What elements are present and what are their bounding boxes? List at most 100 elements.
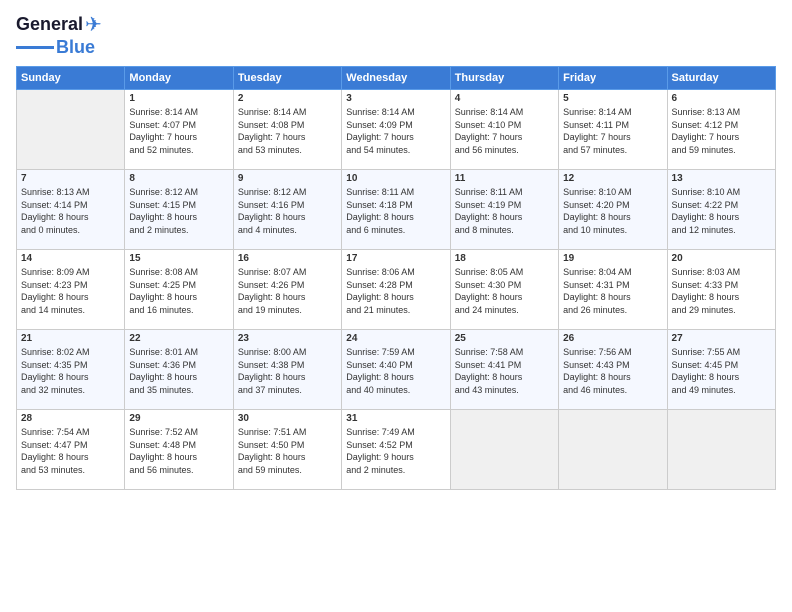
calendar-cell: 27 Sunrise: 7:55 AM Sunset: 4:45 PM Dayli…: [667, 330, 775, 410]
day-info: Sunrise: 8:02 AM Sunset: 4:35 PM Dayligh…: [21, 346, 120, 396]
day-number: 29: [129, 413, 228, 424]
day-header-wednesday: Wednesday: [342, 67, 450, 90]
calendar-cell: [559, 410, 667, 490]
day-number: 10: [346, 173, 445, 184]
day-info: Sunrise: 8:05 AM Sunset: 4:30 PM Dayligh…: [455, 266, 554, 316]
day-info: Sunrise: 8:14 AM Sunset: 4:11 PM Dayligh…: [563, 106, 662, 156]
calendar-cell: [17, 90, 125, 170]
day-number: 9: [238, 173, 337, 184]
calendar-cell: 4 Sunrise: 8:14 AM Sunset: 4:10 PM Daylig…: [450, 90, 558, 170]
day-info: Sunrise: 8:11 AM Sunset: 4:19 PM Dayligh…: [455, 186, 554, 236]
calendar-cell: 31 Sunrise: 7:49 AM Sunset: 4:52 PM Dayli…: [342, 410, 450, 490]
day-info: Sunrise: 7:56 AM Sunset: 4:43 PM Dayligh…: [563, 346, 662, 396]
day-info: Sunrise: 8:11 AM Sunset: 4:18 PM Dayligh…: [346, 186, 445, 236]
calendar-cell: 13 Sunrise: 8:10 AM Sunset: 4:22 PM Dayli…: [667, 170, 775, 250]
week-row-3: 14 Sunrise: 8:09 AM Sunset: 4:23 PM Dayli…: [17, 250, 776, 330]
week-row-1: 1 Sunrise: 8:14 AM Sunset: 4:07 PM Daylig…: [17, 90, 776, 170]
day-info: Sunrise: 8:04 AM Sunset: 4:31 PM Dayligh…: [563, 266, 662, 316]
day-number: 8: [129, 173, 228, 184]
logo-blue-bar: [16, 46, 54, 49]
day-number: 12: [563, 173, 662, 184]
calendar-cell: [450, 410, 558, 490]
calendar-cell: 21Sunrise: 8:02 AM Sunset: 4:35 PM Dayli…: [17, 330, 125, 410]
header: General ✈ Blue: [16, 12, 776, 58]
day-number: 14: [21, 253, 120, 264]
day-number: 22: [129, 333, 228, 344]
day-info: Sunrise: 8:01 AM Sunset: 4:36 PM Dayligh…: [129, 346, 228, 396]
logo: General ✈ Blue: [16, 12, 102, 58]
day-number: 2: [238, 93, 337, 104]
day-number: 24: [346, 333, 445, 344]
calendar-cell: 3 Sunrise: 8:14 AM Sunset: 4:09 PM Daylig…: [342, 90, 450, 170]
calendar-cell: 26 Sunrise: 7:56 AM Sunset: 4:43 PM Dayli…: [559, 330, 667, 410]
calendar-cell: 29 Sunrise: 7:52 AM Sunset: 4:48 PM Dayli…: [125, 410, 233, 490]
day-info: Sunrise: 7:49 AM Sunset: 4:52 PM Dayligh…: [346, 426, 445, 476]
day-number: 18: [455, 253, 554, 264]
day-info: Sunrise: 8:08 AM Sunset: 4:25 PM Dayligh…: [129, 266, 228, 316]
day-info: Sunrise: 8:13 AM Sunset: 4:14 PM Dayligh…: [21, 186, 120, 236]
day-number: 20: [672, 253, 771, 264]
day-header-thursday: Thursday: [450, 67, 558, 90]
header-row: SundayMondayTuesdayWednesdayThursdayFrid…: [17, 67, 776, 90]
calendar-cell: 18 Sunrise: 8:05 AM Sunset: 4:30 PM Dayli…: [450, 250, 558, 330]
day-number: 15: [129, 253, 228, 264]
calendar-cell: 23Sunrise: 8:00 AM Sunset: 4:38 PM Dayli…: [233, 330, 341, 410]
day-info: Sunrise: 8:14 AM Sunset: 4:08 PM Dayligh…: [238, 106, 337, 156]
calendar-cell: 12Sunrise: 8:10 AM Sunset: 4:20 PM Dayli…: [559, 170, 667, 250]
calendar-cell: 1 Sunrise: 8:14 AM Sunset: 4:07 PM Daylig…: [125, 90, 233, 170]
day-info: Sunrise: 8:14 AM Sunset: 4:09 PM Dayligh…: [346, 106, 445, 156]
week-row-4: 21Sunrise: 8:02 AM Sunset: 4:35 PM Dayli…: [17, 330, 776, 410]
calendar-cell: 16 Sunrise: 8:07 AM Sunset: 4:26 PM Dayli…: [233, 250, 341, 330]
calendar-table: SundayMondayTuesdayWednesdayThursdayFrid…: [16, 66, 776, 490]
calendar-cell: 7 Sunrise: 8:13 AM Sunset: 4:14 PM Daylig…: [17, 170, 125, 250]
week-row-2: 7 Sunrise: 8:13 AM Sunset: 4:14 PM Daylig…: [17, 170, 776, 250]
day-header-tuesday: Tuesday: [233, 67, 341, 90]
logo-text-general: General: [16, 14, 83, 35]
calendar-cell: 6 Sunrise: 8:13 AM Sunset: 4:12 PM Daylig…: [667, 90, 775, 170]
day-info: Sunrise: 7:58 AM Sunset: 4:41 PM Dayligh…: [455, 346, 554, 396]
calendar-cell: 20Sunrise: 8:03 AM Sunset: 4:33 PM Dayli…: [667, 250, 775, 330]
day-info: Sunrise: 7:51 AM Sunset: 4:50 PM Dayligh…: [238, 426, 337, 476]
day-info: Sunrise: 8:13 AM Sunset: 4:12 PM Dayligh…: [672, 106, 771, 156]
calendar-cell: 30Sunrise: 7:51 AM Sunset: 4:50 PM Dayli…: [233, 410, 341, 490]
day-info: Sunrise: 7:55 AM Sunset: 4:45 PM Dayligh…: [672, 346, 771, 396]
day-header-friday: Friday: [559, 67, 667, 90]
day-number: 5: [563, 93, 662, 104]
calendar-cell: 11Sunrise: 8:11 AM Sunset: 4:19 PM Dayli…: [450, 170, 558, 250]
calendar-cell: 28Sunrise: 7:54 AM Sunset: 4:47 PM Dayli…: [17, 410, 125, 490]
day-info: Sunrise: 7:54 AM Sunset: 4:47 PM Dayligh…: [21, 426, 120, 476]
page: General ✈ Blue SundayMondayTuesdayWednes…: [0, 0, 792, 612]
day-header-sunday: Sunday: [17, 67, 125, 90]
calendar-cell: 25Sunrise: 7:58 AM Sunset: 4:41 PM Dayli…: [450, 330, 558, 410]
calendar-cell: 24 Sunrise: 7:59 AM Sunset: 4:40 PM Dayli…: [342, 330, 450, 410]
day-info: Sunrise: 7:59 AM Sunset: 4:40 PM Dayligh…: [346, 346, 445, 396]
logo-bird-icon: ✈: [85, 12, 102, 37]
calendar-cell: 8Sunrise: 8:12 AM Sunset: 4:15 PM Daylig…: [125, 170, 233, 250]
day-number: 13: [672, 173, 771, 184]
day-info: Sunrise: 8:07 AM Sunset: 4:26 PM Dayligh…: [238, 266, 337, 316]
day-number: 17: [346, 253, 445, 264]
day-info: Sunrise: 8:09 AM Sunset: 4:23 PM Dayligh…: [21, 266, 120, 316]
calendar-cell: 17 Sunrise: 8:06 AM Sunset: 4:28 PM Dayli…: [342, 250, 450, 330]
day-info: Sunrise: 8:14 AM Sunset: 4:10 PM Dayligh…: [455, 106, 554, 156]
day-info: Sunrise: 8:10 AM Sunset: 4:22 PM Dayligh…: [672, 186, 771, 236]
day-number: 1: [129, 93, 228, 104]
day-number: 3: [346, 93, 445, 104]
day-info: Sunrise: 7:52 AM Sunset: 4:48 PM Dayligh…: [129, 426, 228, 476]
calendar-cell: 15 Sunrise: 8:08 AM Sunset: 4:25 PM Dayli…: [125, 250, 233, 330]
week-row-5: 28Sunrise: 7:54 AM Sunset: 4:47 PM Dayli…: [17, 410, 776, 490]
day-info: Sunrise: 8:06 AM Sunset: 4:28 PM Dayligh…: [346, 266, 445, 316]
day-number: 16: [238, 253, 337, 264]
calendar-cell: 5 Sunrise: 8:14 AM Sunset: 4:11 PM Daylig…: [559, 90, 667, 170]
calendar-cell: 10 Sunrise: 8:11 AM Sunset: 4:18 PM Dayli…: [342, 170, 450, 250]
day-number: 26: [563, 333, 662, 344]
day-number: 27: [672, 333, 771, 344]
calendar-cell: [667, 410, 775, 490]
day-number: 31: [346, 413, 445, 424]
day-number: 4: [455, 93, 554, 104]
day-info: Sunrise: 8:00 AM Sunset: 4:38 PM Dayligh…: [238, 346, 337, 396]
calendar-cell: 14 Sunrise: 8:09 AM Sunset: 4:23 PM Dayli…: [17, 250, 125, 330]
day-number: 7: [21, 173, 120, 184]
day-info: Sunrise: 8:14 AM Sunset: 4:07 PM Dayligh…: [129, 106, 228, 156]
day-number: 6: [672, 93, 771, 104]
